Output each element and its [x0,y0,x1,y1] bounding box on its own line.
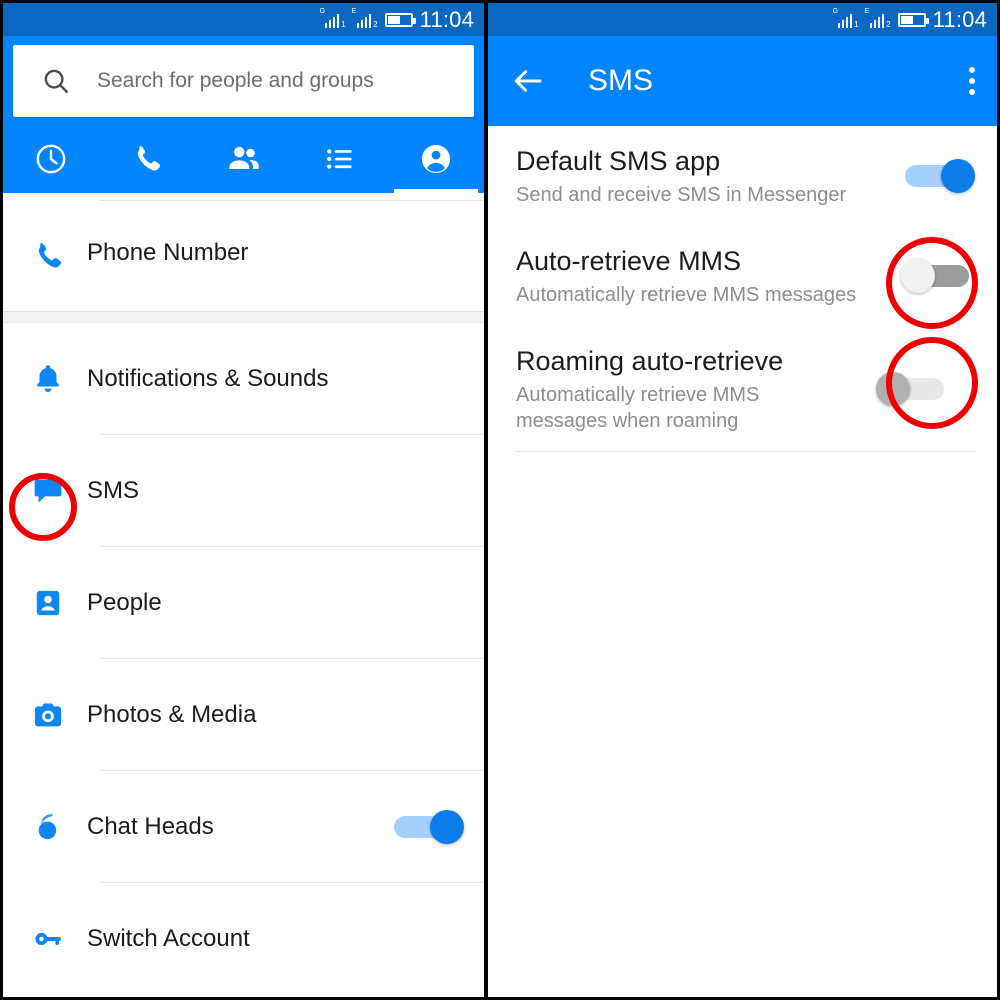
signal-bars-sim1 [837,14,853,28]
pref-title: Default SMS app [516,146,721,176]
pref-text: Auto-retrieve MMS Automatically retrieve… [516,244,901,308]
default-sms-app-toggle[interactable] [901,157,975,195]
tab-profile[interactable] [388,125,484,193]
settings-row-label: Photos & Media [87,701,257,728]
bottom-tab-bar [3,125,484,193]
pref-row-auto-retrieve-mms[interactable]: Auto-retrieve MMS Automatically retrieve… [488,226,997,326]
pref-subtitle: Automatically retrieve MMS messages [516,284,857,306]
network-type-label-sim1: G [319,8,326,15]
search-bar-container [3,36,484,125]
settings-row-photos-and-media[interactable]: Photos & Media [3,659,484,771]
right-phone-panel: G 1 E 2 11:04 SMS Default SMS app Send a… [486,0,1000,1000]
chat-head-icon [17,810,79,844]
search-box[interactable] [13,45,474,117]
status-bar-clock: 11:04 [419,6,474,32]
screenshot-root: G 1 E 2 11:04 Search for people and grou… [0,0,1000,1000]
contact-card-icon [17,587,79,619]
pref-title: Roaming auto-retrieve [516,346,784,376]
settings-list: Phone Number Notifications & Sounds SMS … [3,193,484,995]
app-bar-title: SMS [588,64,654,97]
settings-row-label: Switch Account [87,925,250,952]
settings-row-switch-account[interactable]: Switch Account [3,883,484,995]
phone-icon [130,142,164,176]
pref-text: Default SMS app Send and receive SMS in … [516,144,901,208]
settings-row-phone-number[interactable]: Phone Number [3,201,484,311]
tab-calls[interactable] [99,125,195,193]
network-type-label-sim2: E [864,8,870,15]
battery-icon [384,12,416,27]
network-type-label-sim2: E [351,8,357,15]
signal-strength-icon-sim2: E 2 [864,8,891,29]
chat-heads-toggle[interactable] [390,808,464,846]
signal-strength-icon-sim1: G 1 [832,8,859,29]
settings-row-people[interactable]: People [3,547,484,659]
list-icon [323,142,357,176]
settings-row-label: Notifications & Sounds [87,365,329,392]
camera-icon [17,698,79,732]
sim-index-label-2: 2 [886,20,891,29]
tab-people[interactable] [195,125,291,193]
list-top-divider [3,193,484,201]
settings-row-text: People [79,588,464,618]
sim-index-label-1: 1 [341,20,346,29]
person-icon [418,141,454,177]
tab-recent[interactable] [3,125,99,193]
sim-index-label-2: 2 [373,20,378,29]
status-bar-clock: 11:04 [932,6,987,32]
chat-bubble-icon [17,473,79,509]
settings-row-notifications-and-sounds[interactable]: Notifications & Sounds [3,323,484,435]
battery-icon [897,12,929,27]
signal-bars-sim1 [324,14,340,28]
settings-row-text: Chat Heads [79,812,390,842]
phone-icon [17,239,79,273]
settings-row-label: SMS [87,477,140,504]
status-bar-left: G 1 E 2 11:04 [3,3,484,36]
sms-preferences-list: Default SMS app Send and receive SMS in … [488,126,997,452]
pref-subtitle: Send and receive SMS in Messenger [516,184,847,206]
signal-strength-icon-sim2: E 2 [351,8,378,29]
signal-bars-sim2 [356,14,372,28]
settings-row-text: Switch Account [79,924,464,954]
settings-row-label: People [87,589,162,616]
settings-row-text: Notifications & Sounds [79,364,464,394]
app-bar: SMS [488,36,997,126]
left-phone-panel: G 1 E 2 11:04 Search for people and grou… [0,0,486,1000]
key-icon [17,922,79,956]
pref-subtitle: Automatically retrieve MMS messages when… [516,384,760,432]
settings-row-text: Photos & Media [79,700,464,730]
signal-bars-sim2 [869,14,885,28]
settings-row-chat-heads[interactable]: Chat Heads [3,771,484,883]
status-bar-right: G 1 E 2 11:04 [488,3,997,36]
back-arrow-icon[interactable] [510,63,546,99]
group-icon [225,140,263,178]
section-separator [3,311,484,323]
bell-icon [17,362,79,396]
pref-row-default-sms-app[interactable]: Default SMS app Send and receive SMS in … [488,126,997,226]
pref-row-roaming-auto-retrieve[interactable]: Roaming auto-retrieve Automatically retr… [488,326,997,452]
signal-strength-icon-sim1: G 1 [319,8,346,29]
settings-row-label: Chat Heads [87,813,214,840]
settings-row-label: Phone Number [87,239,249,266]
pref-text: Roaming auto-retrieve Automatically retr… [516,344,876,434]
auto-retrieve-mms-toggle[interactable] [901,257,975,295]
kebab-menu-icon[interactable] [969,67,975,95]
settings-row-text: Phone Number [79,238,464,274]
search-icon [41,66,71,96]
roaming-auto-retrieve-toggle[interactable] [876,370,950,408]
search-input[interactable] [97,69,474,93]
settings-row-text: SMS [79,476,464,506]
network-type-label-sim1: G [832,8,839,15]
pref-title: Auto-retrieve MMS [516,246,742,276]
clock-icon [34,142,68,176]
settings-row-sms[interactable]: SMS [3,435,484,547]
sim-index-label-1: 1 [854,20,859,29]
tab-lists[interactable] [292,125,388,193]
